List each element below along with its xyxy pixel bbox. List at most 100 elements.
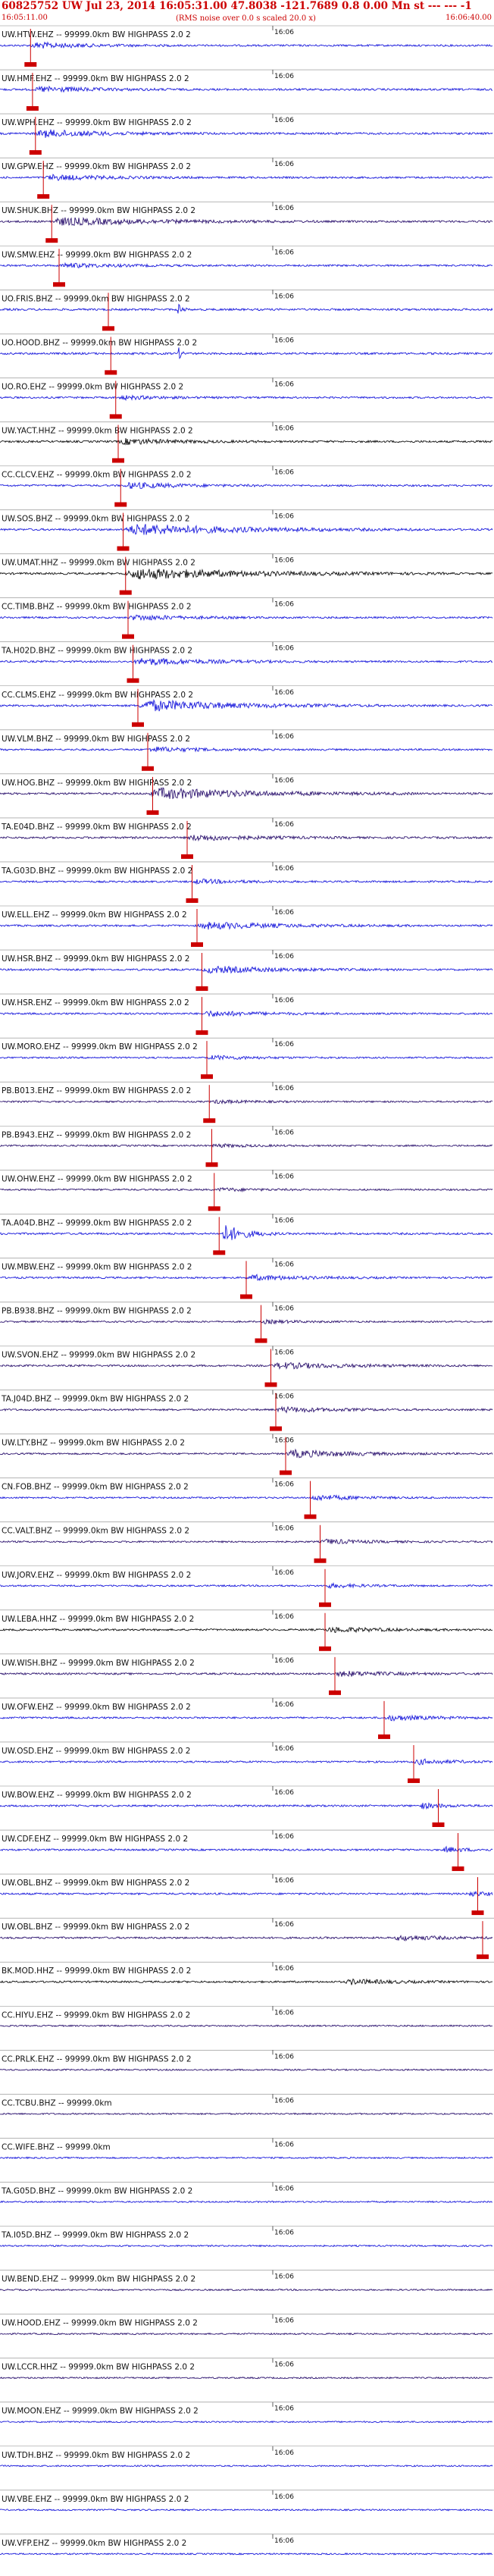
- minute-tick-label: 16:06: [274, 557, 294, 565]
- trace-label: PB.B013.EHZ -- 99999.0km BW HIGHPASS 2.0…: [2, 1086, 191, 1095]
- minute-tick-label: 16:06: [274, 689, 294, 697]
- waveform-path: [0, 614, 493, 622]
- waveform-path: [0, 2420, 492, 2424]
- scale-note: (RMS noise over 0.0 s scaled 20.0 x): [176, 14, 316, 23]
- phase-pick-marker: [304, 1514, 317, 1519]
- station-trace-group: 16:06 UW.TDH.BHZ -- 99999.0km BW HIGHPASS…: [0, 2446, 494, 2468]
- minute-tick-label: 16:06: [274, 1921, 294, 1929]
- station-trace-group: 16:06 UW.VBE.EHZ -- 99999.0km BW HIGHPASS…: [0, 2490, 494, 2512]
- trace-label: UW.SOS.BHZ -- 99999.0km BW HIGHPASS 2.0 …: [2, 515, 190, 524]
- phase-pick-marker: [29, 150, 42, 155]
- trace-label: UW.OFW.EHZ -- 99999.0km BW HIGHPASS 2.0 …: [2, 1703, 191, 1712]
- station-trace-group: 16:06 UW.MOON.EHZ -- 99999.0km BW HIGHPAS…: [0, 2402, 494, 2424]
- station-trace-group: 16:06 UW.LTY.BHZ -- 99999.0km BW HIGHPASS…: [0, 1434, 494, 1475]
- waveform-path: [0, 569, 493, 580]
- phase-pick-marker: [53, 282, 65, 287]
- phase-pick-marker: [255, 1338, 267, 1343]
- phase-pick-marker: [105, 370, 117, 375]
- phase-pick-marker: [109, 414, 122, 419]
- waveform-path: [0, 1406, 493, 1414]
- trace-label: TA.G03D.BHZ -- 99999.0km BW HIGHPASS 2.0…: [1, 867, 192, 876]
- trace-label: UW.VLM.BHZ -- 99999.0km BW HIGHPASS 2.0 …: [2, 735, 190, 744]
- seismogram-record-section: 16:06 UW.HTW.EHZ -- 99999.0km BW HIGHPASS…: [0, 25, 494, 2556]
- phase-pick-marker: [201, 1074, 213, 1080]
- station-trace-group: 16:06 UW.BOW.EHZ -- 99999.0km BW HIGHPASS…: [0, 1785, 494, 1827]
- phase-pick-marker: [186, 898, 199, 903]
- minute-tick-label: 16:06: [274, 2097, 294, 2104]
- minute-tick-label: 16:06: [274, 2230, 294, 2237]
- station-trace-group: 16:06 TA.I05D.BHZ -- 99999.0km BW HIGHPAS…: [0, 2226, 494, 2248]
- waveform-path: [0, 699, 493, 712]
- minute-tick-label: 16:06: [274, 205, 294, 212]
- phase-pick-marker: [240, 1294, 252, 1299]
- trace-label: UW.SHUK.BHZ -- 99999.0km BW HIGHPASS 2.0…: [2, 206, 195, 215]
- waveform-path: [0, 1890, 493, 1897]
- trace-label: CC.HIYU.EHZ -- 99999.0km BW HIGHPASS 2.0…: [2, 2010, 190, 2020]
- station-trace-group: 16:06 UO.RO.EHZ -- 99999.0km BW HIGHPASS …: [0, 378, 494, 419]
- station-trace-group: 16:06 CC.PRLK.EHZ -- 99999.0km BW HIGHPAS…: [0, 2050, 494, 2072]
- waveform-path: [0, 1670, 493, 1678]
- trace-label: CC.CLMS.EHZ -- 99999.0km BW HIGHPASS 2.0…: [2, 691, 193, 700]
- station-trace-group: 16:06 BK.MOD.HHZ -- 99999.0km BW HIGHPASS…: [0, 1961, 494, 1985]
- trace-label: CC.PRLK.EHZ -- 99999.0km BW HIGHPASS 2.0…: [2, 2054, 192, 2064]
- waveform-path: [0, 1758, 493, 1766]
- station-trace-group: 16:06 CC.TIMB.BHZ -- 99999.0km BW HIGHPAS…: [0, 597, 494, 639]
- station-trace-group: 16:06 UW.LEBA.HHZ -- 99999.0km BW HIGHPAS…: [0, 1609, 494, 1651]
- station-trace-group: 16:06 UW.MBW.EHZ -- 99999.0km BW HIGHPASS…: [0, 1258, 494, 1299]
- station-trace-group: 16:06 UW.ELL.EHZ -- 99999.0km BW HIGHPASS…: [0, 905, 494, 947]
- trace-label: UW.ELL.EHZ -- 99999.0km BW HIGHPASS 2.0 …: [2, 910, 187, 920]
- minute-tick-label: 16:06: [274, 2009, 294, 2017]
- phase-pick-marker: [132, 722, 144, 727]
- station-trace-group: 16:06 UW.OHW.EHZ -- 99999.0km BW HIGHPASS…: [0, 1170, 494, 1211]
- trace-label: CC.VALT.BHZ -- 99999.0km BW HIGHPASS 2.0…: [2, 1527, 189, 1536]
- waveform-path: [0, 1448, 493, 1459]
- waveform-path: [0, 216, 493, 226]
- station-trace-group: 16:06 UO.HOOD.BHZ -- 99999.0km BW HIGHPAS…: [0, 334, 494, 375]
- waveform-path: [0, 2508, 493, 2512]
- waveform-path: [0, 394, 493, 402]
- minute-tick-label: 16:06: [274, 821, 294, 829]
- phase-pick-marker: [191, 942, 203, 947]
- phase-pick-marker: [452, 1866, 464, 1872]
- trace-label: UW.BOW.EHZ -- 99999.0km BW HIGHPASS 2.0 …: [2, 1791, 192, 1800]
- minute-tick-label: 16:06: [274, 1613, 294, 1621]
- station-trace-group: 16:06 UW.YACT.HHZ -- 99999.0km BW HIGHPAS…: [0, 421, 494, 463]
- waveform-path: [0, 1010, 493, 1017]
- trace-label: UW.UMAT.HHZ -- 99999.0km BW HIGHPASS 2.0…: [2, 559, 195, 568]
- trace-label: UW.VFP.EHZ -- 99999.0km BW HIGHPASS 2.0 …: [2, 2539, 186, 2548]
- station-trace-group: 16:06 UW.HSR.EHZ -- 99999.0km BW HIGHPASS…: [0, 993, 494, 1036]
- waveform-path: [0, 834, 493, 842]
- phase-pick-marker: [270, 1426, 282, 1431]
- station-trace-group: 16:06 TA.H02D.BHZ -- 99999.0km BW HIGHPAS…: [0, 641, 494, 683]
- waveform-path: [0, 85, 493, 93]
- waveform-path: [0, 1802, 493, 1810]
- phase-pick-marker: [142, 766, 154, 771]
- minute-tick-label: 16:06: [274, 2361, 294, 2369]
- minute-tick-label: 16:06: [274, 1261, 294, 1268]
- trace-label: UW.JORV.EHZ -- 99999.0km BW HIGHPASS 2.0…: [2, 1571, 191, 1580]
- waveform-path: [0, 965, 493, 974]
- waveform-path: [0, 2156, 493, 2160]
- station-trace-group: 16:06 UW.VFP.EHZ -- 99999.0km BW HIGHPASS…: [0, 2534, 494, 2556]
- waveform-path: [0, 129, 493, 138]
- trace-label: UW.HTW.EHZ -- 99999.0km BW HIGHPASS 2.0 …: [2, 30, 191, 39]
- station-trace-group: 16:06 UW.UMAT.HHZ -- 99999.0km BW HIGHPAS…: [0, 553, 494, 595]
- trace-label: PB.B938.BHZ -- 99999.0km BW HIGHPASS 2.0…: [2, 1306, 192, 1315]
- phase-pick-marker: [432, 1822, 445, 1827]
- waveform-path: [0, 262, 493, 269]
- station-trace-group: 16:06 CC.VALT.BHZ -- 99999.0km BW HIGHPAS…: [0, 1521, 494, 1563]
- waveform-path: [0, 1978, 493, 1985]
- minute-tick-label: 16:06: [274, 1965, 294, 1973]
- minute-tick-label: 16:06: [274, 777, 294, 785]
- trace-label: UW.HSR.BHZ -- 99999.0km BW HIGHPASS 2.0 …: [2, 954, 189, 964]
- minute-tick-label: 16:06: [274, 909, 294, 917]
- minute-tick-label: 16:06: [274, 425, 294, 432]
- trace-label: UW.OBL.BHZ -- 99999.0km BW HIGHPASS 2.0 …: [2, 1923, 189, 1932]
- trace-label: TA.I05D.BHZ -- 99999.0km BW HIGHPASS 2.0…: [1, 2231, 189, 2240]
- station-trace-group: 16:06 PB.B938.BHZ -- 99999.0km BW HIGHPAS…: [0, 1302, 494, 1343]
- minute-tick-label: 16:06: [274, 645, 294, 653]
- waveform-path: [0, 1143, 493, 1149]
- waveform-path: [0, 2464, 493, 2468]
- waveform-path: [0, 2112, 493, 2116]
- trace-label: UW.VBE.EHZ -- 99999.0km BW HIGHPASS 2.0 …: [2, 2495, 189, 2504]
